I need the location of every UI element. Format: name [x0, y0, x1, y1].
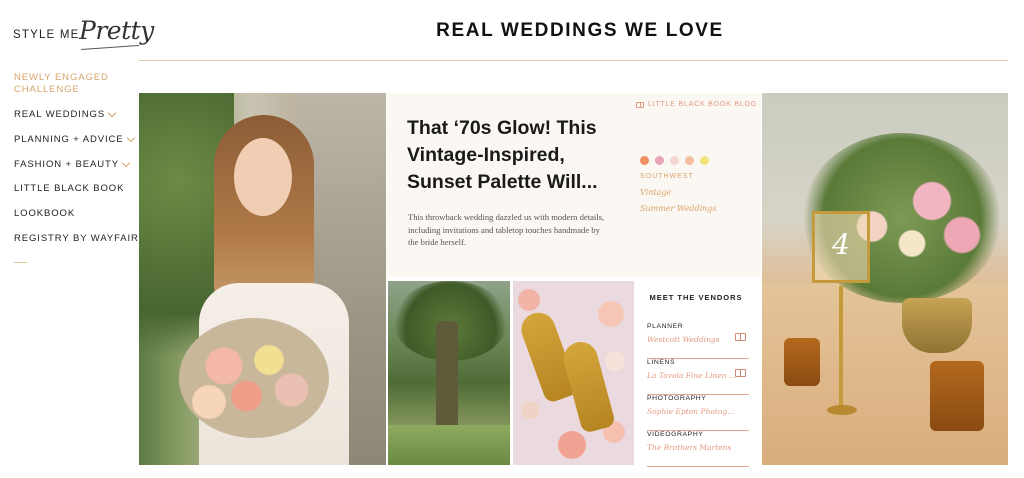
shoes-flatlay-photo[interactable]	[513, 281, 634, 465]
oak-tree-ceremony-photo[interactable]	[388, 281, 510, 465]
tag-link-vintage[interactable]: Vintage	[640, 188, 671, 197]
vendors-title: MEET THE VENDORS	[649, 293, 743, 302]
title-divider	[139, 60, 1008, 61]
blog-tag-link[interactable]: LITTLE BLACK BOOK BLOG	[636, 101, 757, 108]
featured-story-card[interactable]: LITTLE BLACK BOOK BLOG That ‘70s Glow! T…	[387, 93, 761, 277]
table-number-frame: 4	[812, 211, 870, 283]
palette-swatch	[700, 156, 709, 165]
amber-votive	[784, 338, 820, 386]
nav-label: PLANNING + ADVICE	[14, 134, 124, 145]
tag-link-summer-weddings[interactable]: Summer Weddings	[640, 204, 716, 213]
palette-swatch	[655, 156, 664, 165]
nav-fashion-beauty[interactable]: FASHION + BEAUTY	[14, 158, 131, 170]
nav-label: REAL WEDDINGS	[14, 109, 106, 120]
bride-photo[interactable]	[139, 93, 386, 465]
amber-votive	[930, 361, 984, 431]
book-icon	[636, 101, 644, 108]
nav-label: LITTLE BLACK BOOK	[14, 183, 125, 194]
nav-little-black-book[interactable]: LITTLE BLACK BOOK	[14, 183, 124, 194]
blog-tag-label: LITTLE BLACK BOOK BLOG	[648, 101, 758, 108]
chevron-down-icon	[107, 108, 117, 118]
vendors-panel: MEET THE VENDORS PLANNER Westcott Weddin…	[638, 281, 761, 467]
site-logo[interactable]: STYLE ME Pretty	[13, 16, 154, 56]
vendor-category: PLANNER	[647, 323, 684, 330]
chevron-down-icon	[121, 158, 131, 168]
palette-swatch	[640, 156, 649, 165]
logo-flourish	[81, 44, 139, 51]
story-title[interactable]: That ‘70s Glow! This Vintage-Inspired, S…	[407, 115, 612, 196]
region-tag[interactable]: SOUTHWEST	[640, 173, 694, 180]
vendor-category: PHOTOGRAPHY	[647, 395, 707, 402]
nav-lookbook[interactable]: LOOKBOOK	[14, 208, 75, 219]
table-centerpiece-photo[interactable]: 4	[762, 93, 1008, 465]
vendor-item-linens[interactable]: LINENS La Tavola Fine Linen ...	[647, 359, 749, 395]
nav-divider	[14, 262, 27, 263]
nav-real-weddings[interactable]: REAL WEDDINGS	[14, 108, 117, 120]
page-title: REAL WEDDINGS WE LOVE	[436, 20, 724, 41]
book-icon[interactable]	[735, 333, 746, 341]
color-palette	[640, 156, 709, 165]
nav-label: LOOKBOOK	[14, 208, 76, 219]
book-icon[interactable]	[735, 369, 746, 377]
table-number: 4	[832, 228, 850, 261]
chevron-down-icon	[126, 133, 135, 143]
vendor-category: LINENS	[647, 359, 676, 366]
vendor-name-link[interactable]: Sophie Epton Photog...	[647, 407, 734, 416]
story-description: This throwback wedding dazzled us with m…	[408, 212, 605, 248]
logo-wordmark: STYLE ME	[13, 29, 80, 41]
vendor-category: VIDEOGRAPHY	[647, 431, 704, 438]
palette-swatch	[685, 156, 694, 165]
nav-label: REGISTRY BY WAYFAIR	[14, 233, 139, 244]
nav-planning-advice[interactable]: PLANNING + ADVICE	[14, 133, 135, 145]
vendor-name-link[interactable]: Westcott Weddings	[647, 335, 720, 344]
nav-newly-engaged-challenge[interactable]: NEWLY ENGAGED CHALLENGE	[14, 72, 114, 96]
vendor-item-photography[interactable]: PHOTOGRAPHY Sophie Epton Photog...	[647, 395, 749, 431]
vendor-name-link[interactable]: The Brothers Martens	[647, 443, 731, 452]
vendor-name-link[interactable]: La Tavola Fine Linen ...	[647, 371, 736, 380]
vendor-item-planner[interactable]: PLANNER Westcott Weddings	[647, 323, 749, 359]
palette-swatch	[670, 156, 679, 165]
vendor-item-videography[interactable]: VIDEOGRAPHY The Brothers Martens	[647, 431, 749, 467]
bouquet-image	[179, 318, 329, 438]
nav-label: FASHION + BEAUTY	[14, 159, 119, 170]
nav-registry-by-wayfair[interactable]: REGISTRY BY WAYFAIR	[14, 233, 139, 244]
